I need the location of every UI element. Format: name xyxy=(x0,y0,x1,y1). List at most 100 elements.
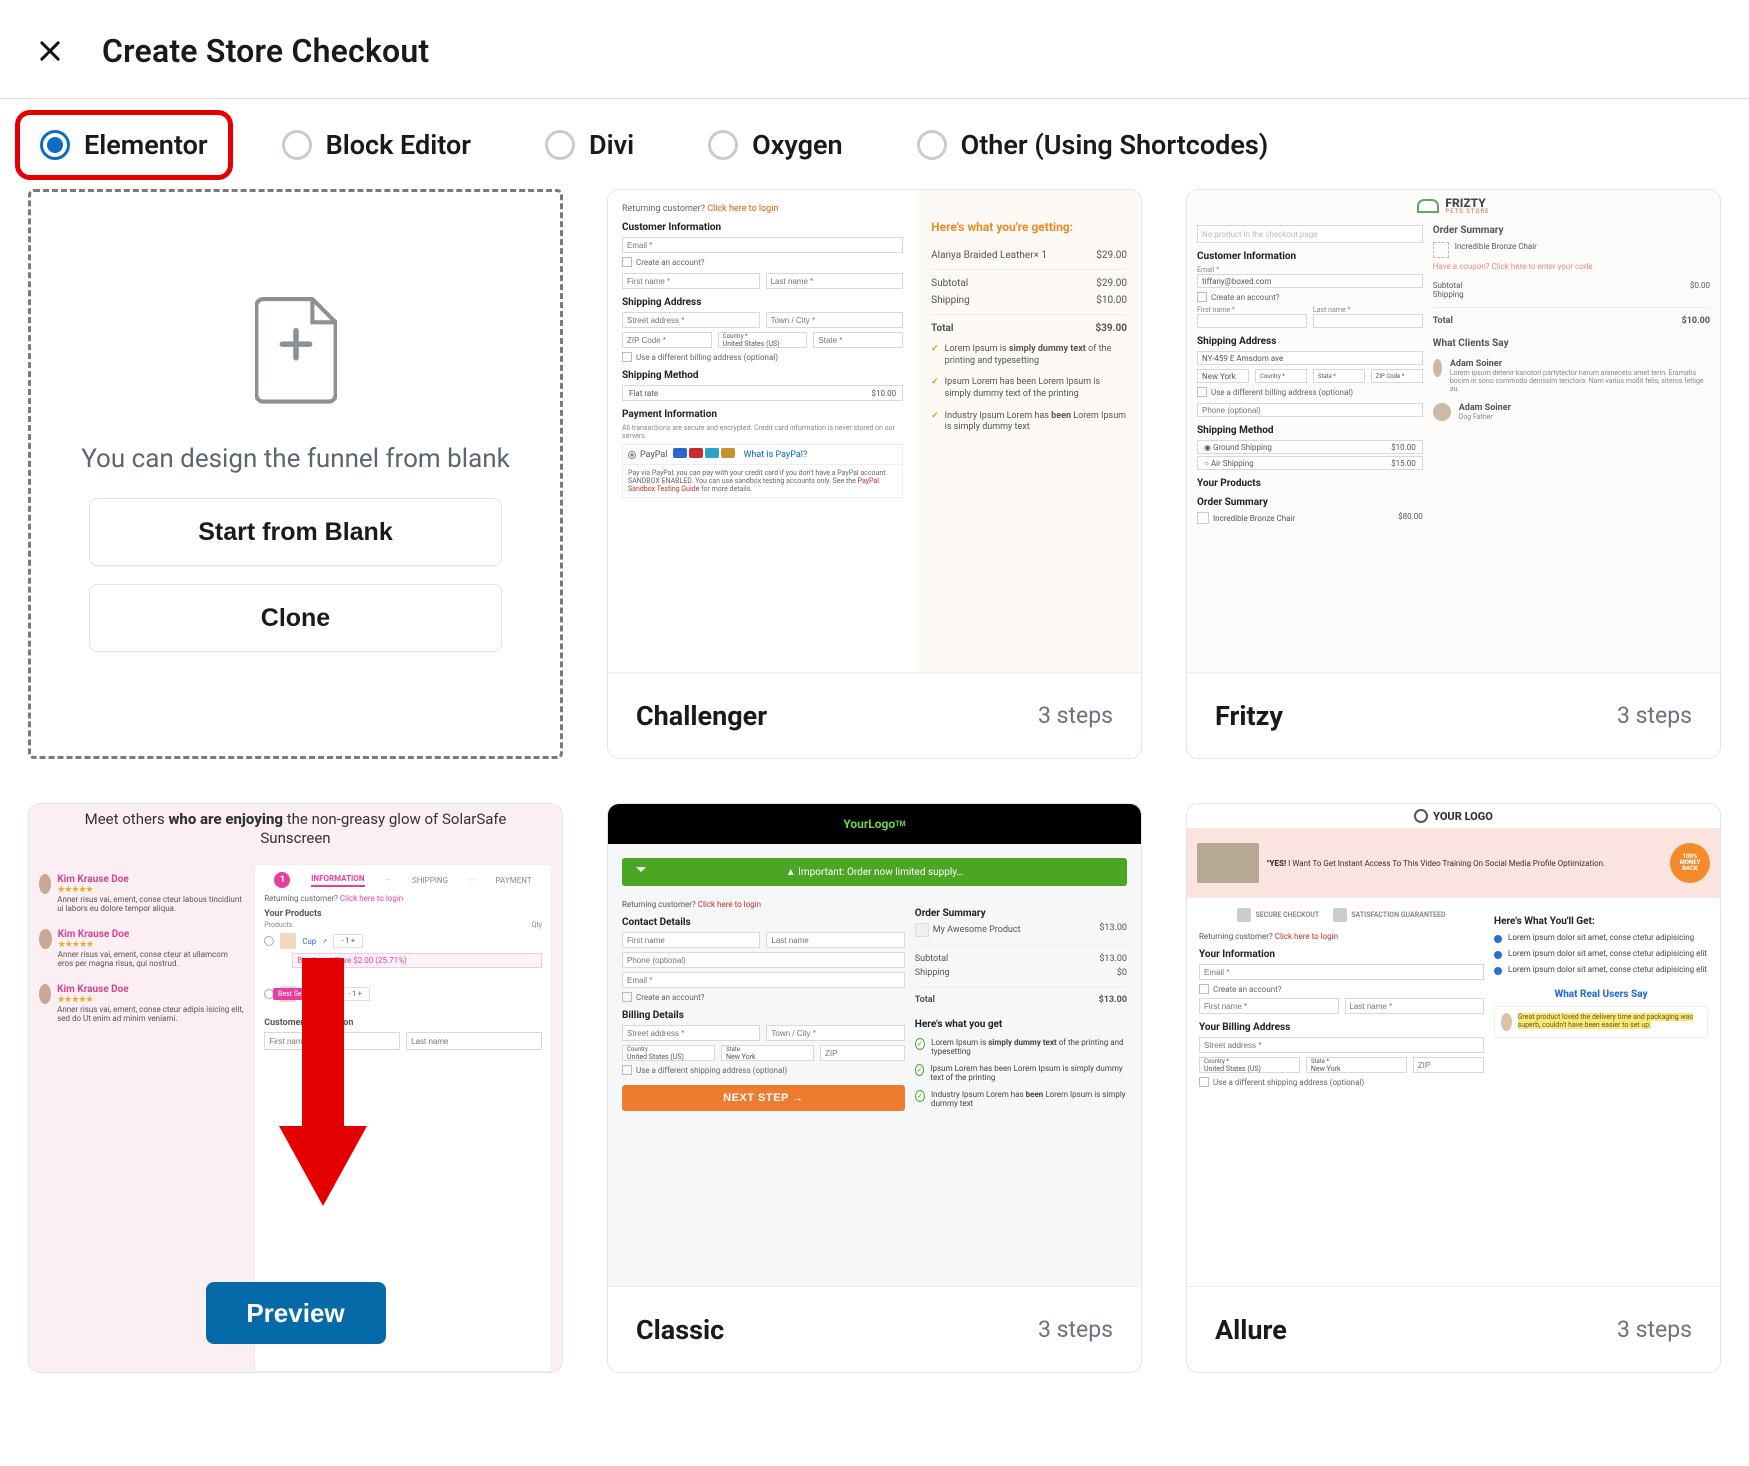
avatar xyxy=(39,929,52,949)
chk: Create an account? xyxy=(1211,293,1280,302)
ship2v: $15.00 xyxy=(1391,459,1416,468)
val: United States (US) xyxy=(1204,1065,1295,1073)
template-steps: 3 steps xyxy=(1038,1316,1113,1343)
start-from-blank-button[interactable]: Start from Blank xyxy=(89,498,502,566)
side-title: Order Summary xyxy=(1433,225,1710,236)
editor-option-divi[interactable]: Divi xyxy=(531,121,648,169)
stars-icon: ★★★★★ xyxy=(57,995,244,1005)
editor-option-elementor[interactable]: Elementor xyxy=(26,121,222,169)
pay-desc: All transactions are secure and encrypte… xyxy=(622,424,903,440)
template-steps: 3 steps xyxy=(1038,702,1113,729)
section-title: Your Products xyxy=(264,909,542,919)
l: Subtotal xyxy=(1433,281,1463,290)
editor-label: Elementor xyxy=(84,129,208,161)
section-title: Shipping Method xyxy=(622,370,903,381)
template-preview: YOUR LOGO "YES! I Want To Get Instant Ac… xyxy=(1187,804,1720,1286)
radio-icon xyxy=(708,130,738,160)
new-file-icon xyxy=(255,296,337,406)
email-val: tiffany@boxed.com xyxy=(1197,274,1423,288)
stars-icon: ★★★★★ xyxy=(57,885,244,895)
zip xyxy=(622,332,712,348)
clone-button[interactable]: Clone xyxy=(89,584,502,652)
lbl: Email * xyxy=(1197,266,1423,274)
val: United States (US) xyxy=(627,1053,710,1061)
template-card-challenger[interactable]: Returning customer? Click here to login … xyxy=(607,189,1142,759)
hero-b: I Want To Get Instant Access To This Vid… xyxy=(1286,859,1605,868)
review: Anner risus vai, ement, conse cteur at u… xyxy=(58,950,244,968)
sum-item-v: $80.00 xyxy=(1398,512,1423,524)
returning: Returning customer? xyxy=(622,900,696,909)
b: Industry Ipsum Lorem has xyxy=(931,1090,1026,1099)
b: simply dummy text xyxy=(988,1038,1056,1047)
returning: Returning customer? xyxy=(264,894,338,903)
section-title: Your Billing Address xyxy=(1199,1022,1484,1033)
template-card-solarsafe[interactable]: Meet others who are enjoying the non-gre… xyxy=(28,803,563,1373)
v: $0.00 xyxy=(1690,281,1710,290)
lbl: Country * xyxy=(1204,1058,1295,1065)
editor-option-block[interactable]: Block Editor xyxy=(268,121,485,169)
b2: Ipsum Lorem has been Lorem Ipsum is simp… xyxy=(945,377,1127,400)
phone xyxy=(622,952,905,968)
l: Subtotal xyxy=(915,954,948,964)
sub-v: $29.00 xyxy=(1096,278,1127,289)
pp-note3: for more details. xyxy=(699,485,752,493)
col-h: Products xyxy=(264,921,292,929)
template-card-fritzy[interactable]: FRIZTYPETS STORE No product in the check… xyxy=(1186,189,1721,759)
template-preview: YourLogoTM ▲ Important: Order now limite… xyxy=(608,804,1141,1286)
section-title: Here's What You'll Get: xyxy=(1494,916,1708,927)
country-val: United States (US) xyxy=(723,340,803,348)
section-title: Shipping Address xyxy=(622,297,903,308)
b1a: Lorem Ipsum is xyxy=(945,344,1009,354)
li: Lorem ipsum dolor sit amet, conse ctetur… xyxy=(1494,949,1708,959)
lbl: Country * xyxy=(1260,373,1302,380)
coupon-hint: Have a coupon? Click here to enter your … xyxy=(1433,262,1710,271)
l: Total xyxy=(1433,316,1453,326)
stars-icon: ★★★★★ xyxy=(58,940,244,950)
city xyxy=(766,312,904,328)
addr1: NY-459 E Amsdom ave xyxy=(1197,351,1423,365)
template-name: Fritzy xyxy=(1215,700,1283,732)
template-card-classic[interactable]: YourLogoTM ▲ Important: Order now limite… xyxy=(607,803,1142,1373)
page-title: Create Store Checkout xyxy=(102,32,429,70)
chk: Use a different shipping address (option… xyxy=(636,1066,787,1075)
city xyxy=(766,1025,904,1041)
section-title: Shipping Address xyxy=(1197,336,1423,347)
li: Lorem ipsum dolor sit amet, conse ctetur… xyxy=(1494,965,1708,975)
sum-item: Alanya Braided Leather× 1 xyxy=(931,250,1047,261)
first xyxy=(1199,998,1339,1014)
returning-link: Click here to login xyxy=(340,894,403,903)
t-role: Dog Father xyxy=(1459,413,1511,421)
template-card-allure[interactable]: YOUR LOGO "YES! I Want To Get Instant Ac… xyxy=(1186,803,1721,1373)
editor-option-oxygen[interactable]: Oxygen xyxy=(694,121,856,169)
lbl: State * xyxy=(1318,373,1336,380)
divider xyxy=(0,98,1749,99)
hero-a: Meet others xyxy=(85,810,169,828)
item: My Awesome Product xyxy=(933,925,1021,935)
radio-icon xyxy=(545,130,575,160)
chk: Use a different billing address (optiona… xyxy=(1211,388,1353,397)
avatar xyxy=(39,874,51,894)
tm: TM xyxy=(895,820,905,828)
close-icon[interactable] xyxy=(36,37,64,65)
editor-label: Divi xyxy=(589,129,634,161)
l: Total xyxy=(915,995,935,1005)
first xyxy=(264,1032,400,1050)
email xyxy=(1199,964,1484,980)
template-steps: 3 steps xyxy=(1617,1316,1692,1343)
editor-option-other[interactable]: Other (Using Shortcodes) xyxy=(903,121,1283,169)
editor-selector: Elementor Block Editor Divi Oxygen Other… xyxy=(0,103,1749,189)
reviewer: Kim Krause Doe xyxy=(57,874,244,885)
section-title: Payment Information xyxy=(622,409,903,420)
brand: YOUR LOGO xyxy=(1433,810,1493,823)
lbl: ZIP Code * xyxy=(1376,373,1404,380)
guarantee-badge-icon: 100%MONEYBACK xyxy=(1670,843,1710,883)
product: Cup xyxy=(302,937,316,946)
preview-button[interactable]: Preview xyxy=(206,1282,386,1344)
tot-v: $39.00 xyxy=(1095,323,1127,334)
blank-template-card: You can design the funnel from blank Sta… xyxy=(28,189,563,759)
last xyxy=(766,932,904,948)
tab: SHIPPING xyxy=(412,876,448,885)
t-body: Great product loved the delivery time an… xyxy=(1518,1013,1693,1029)
sum-item-price: $29.00 xyxy=(1096,250,1127,261)
section-title: Shipping Method xyxy=(1197,425,1423,436)
